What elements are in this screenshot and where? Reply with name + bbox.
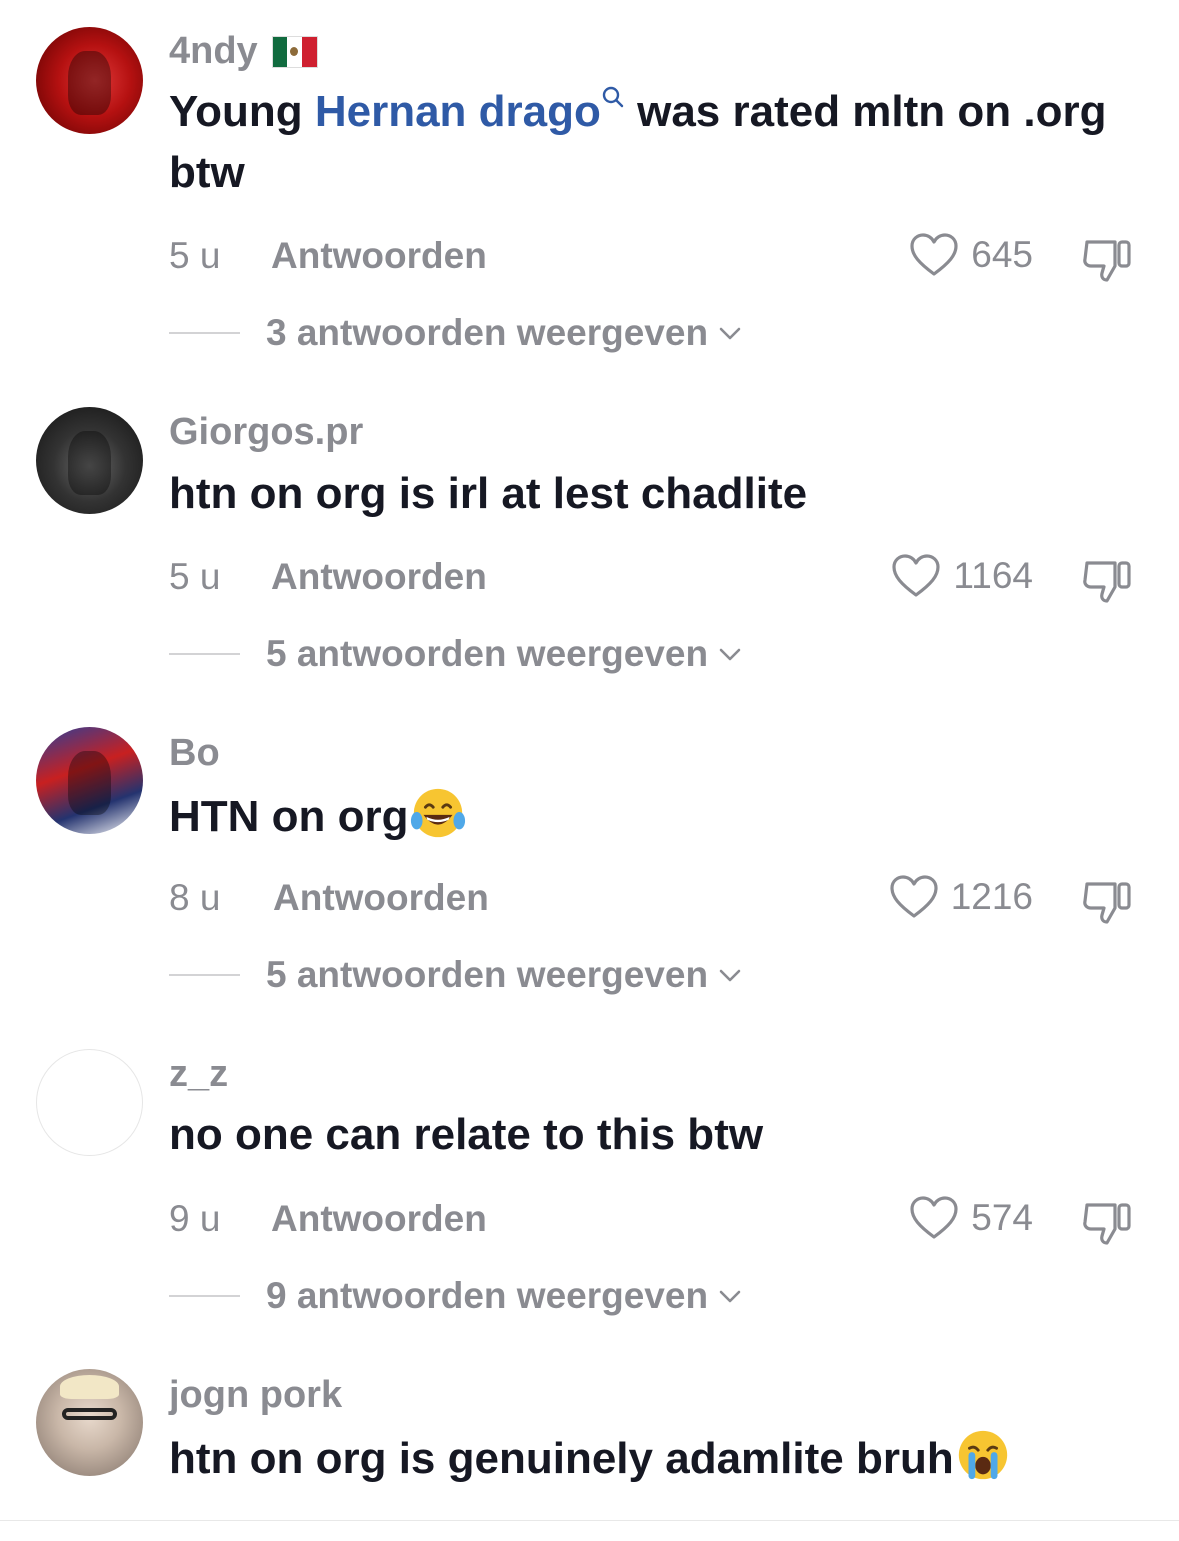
view-replies-button[interactable]: 3 antwoorden weergeven — [169, 312, 742, 354]
reply-button[interactable]: Antwoorden — [271, 1198, 487, 1239]
replies-divider — [169, 332, 240, 334]
comment-meta: 5 u Antwoorden — [169, 235, 487, 277]
username[interactable]: z_z — [169, 1053, 228, 1096]
dislike-button[interactable] — [1081, 876, 1133, 931]
comment-text-part: Young — [169, 87, 315, 136]
avatar[interactable] — [36, 27, 143, 134]
loudly-crying-emoji-icon — [958, 1431, 1007, 1480]
view-replies-button[interactable]: 5 antwoorden weergeven — [169, 954, 742, 996]
username[interactable]: Giorgos.pr — [169, 411, 363, 454]
mexico-flag-icon — [271, 35, 318, 68]
comment-meta: 5 u Antwoorden — [169, 556, 487, 598]
comment-meta: 8 u Antwoorden — [169, 877, 489, 919]
search-icon[interactable] — [601, 85, 625, 109]
view-replies-label: 5 antwoorden weergeven — [266, 633, 709, 674]
avatar[interactable] — [36, 727, 143, 834]
bottom-divider — [0, 1520, 1179, 1521]
username-text[interactable]: Bo — [169, 732, 220, 775]
replies-divider — [169, 974, 240, 976]
timestamp: 5 u — [169, 235, 221, 276]
avatar[interactable] — [36, 407, 143, 514]
timestamp: 8 u — [169, 877, 221, 918]
like-count: 645 — [971, 234, 1033, 275]
thumbs-down-icon — [1083, 240, 1131, 282]
chevron-down-icon — [719, 969, 741, 982]
timestamp: 5 u — [169, 556, 221, 597]
view-replies-label: 5 antwoorden weergeven — [266, 954, 709, 995]
comment-text: Young Hernan drago was rated mltn on .or… — [169, 81, 1109, 203]
thumbs-down-icon — [1083, 882, 1131, 924]
dislike-button[interactable] — [1081, 555, 1133, 610]
replies-divider — [169, 1295, 240, 1297]
thumbs-down-icon — [1083, 1203, 1131, 1245]
chevron-down-icon — [719, 648, 741, 661]
thumbs-down-icon — [1083, 561, 1131, 603]
like-count: 1216 — [950, 876, 1033, 917]
username-text[interactable]: Giorgos.pr — [169, 411, 363, 454]
dislike-button[interactable] — [1081, 234, 1133, 289]
username-text[interactable]: jogn pork — [169, 1374, 342, 1417]
username-text[interactable]: 4ndy — [169, 30, 258, 73]
reply-button[interactable]: Antwoorden — [271, 235, 487, 276]
chevron-down-icon — [719, 327, 741, 340]
comment-meta: 9 u Antwoorden — [169, 1198, 487, 1240]
reply-button[interactable]: Antwoorden — [271, 556, 487, 597]
avatar[interactable] — [36, 1369, 143, 1476]
like-count: 574 — [971, 1197, 1033, 1238]
replies-divider — [169, 653, 240, 655]
view-replies-button[interactable]: 9 antwoorden weergeven — [169, 1275, 742, 1317]
heart-icon — [890, 875, 938, 918]
comment-text-part: htn on org is genuinely adamlite bruh — [169, 1434, 954, 1483]
username[interactable]: jogn pork — [169, 1374, 342, 1417]
dislike-button[interactable] — [1081, 1197, 1133, 1252]
like-count: 1164 — [953, 555, 1033, 596]
view-replies-button[interactable]: 5 antwoorden weergeven — [169, 633, 742, 675]
heart-icon — [892, 554, 941, 597]
heart-icon — [910, 233, 958, 276]
username-text[interactable]: z_z — [169, 1053, 228, 1096]
tears-of-joy-emoji-icon — [410, 789, 465, 838]
mention-link[interactable]: Hernan drago — [315, 87, 601, 136]
like-button[interactable]: 1164 — [891, 553, 1033, 599]
chevron-down-icon — [719, 1290, 741, 1303]
username[interactable]: Bo — [169, 732, 220, 775]
like-button[interactable]: 645 — [909, 232, 1033, 278]
username[interactable]: 4ndy — [169, 30, 318, 73]
view-replies-label: 9 antwoorden weergeven — [266, 1275, 709, 1316]
comment-text-part: HTN on org — [169, 792, 409, 841]
timestamp: 9 u — [169, 1198, 221, 1239]
heart-icon — [910, 1196, 958, 1239]
view-replies-label: 3 antwoorden weergeven — [266, 312, 709, 353]
comment-text: htn on org is irl at lest chadlite — [169, 469, 808, 518]
like-button[interactable]: 574 — [909, 1195, 1033, 1241]
comment-text: htn on org is genuinely adamlite bruh — [169, 1428, 1149, 1489]
reply-button[interactable]: Antwoorden — [273, 877, 489, 918]
like-button[interactable]: 1216 — [889, 874, 1033, 920]
comment-text: HTN on org — [169, 786, 1109, 847]
comment-text: no one can relate to this btw — [169, 1110, 764, 1159]
avatar[interactable] — [36, 1049, 143, 1156]
